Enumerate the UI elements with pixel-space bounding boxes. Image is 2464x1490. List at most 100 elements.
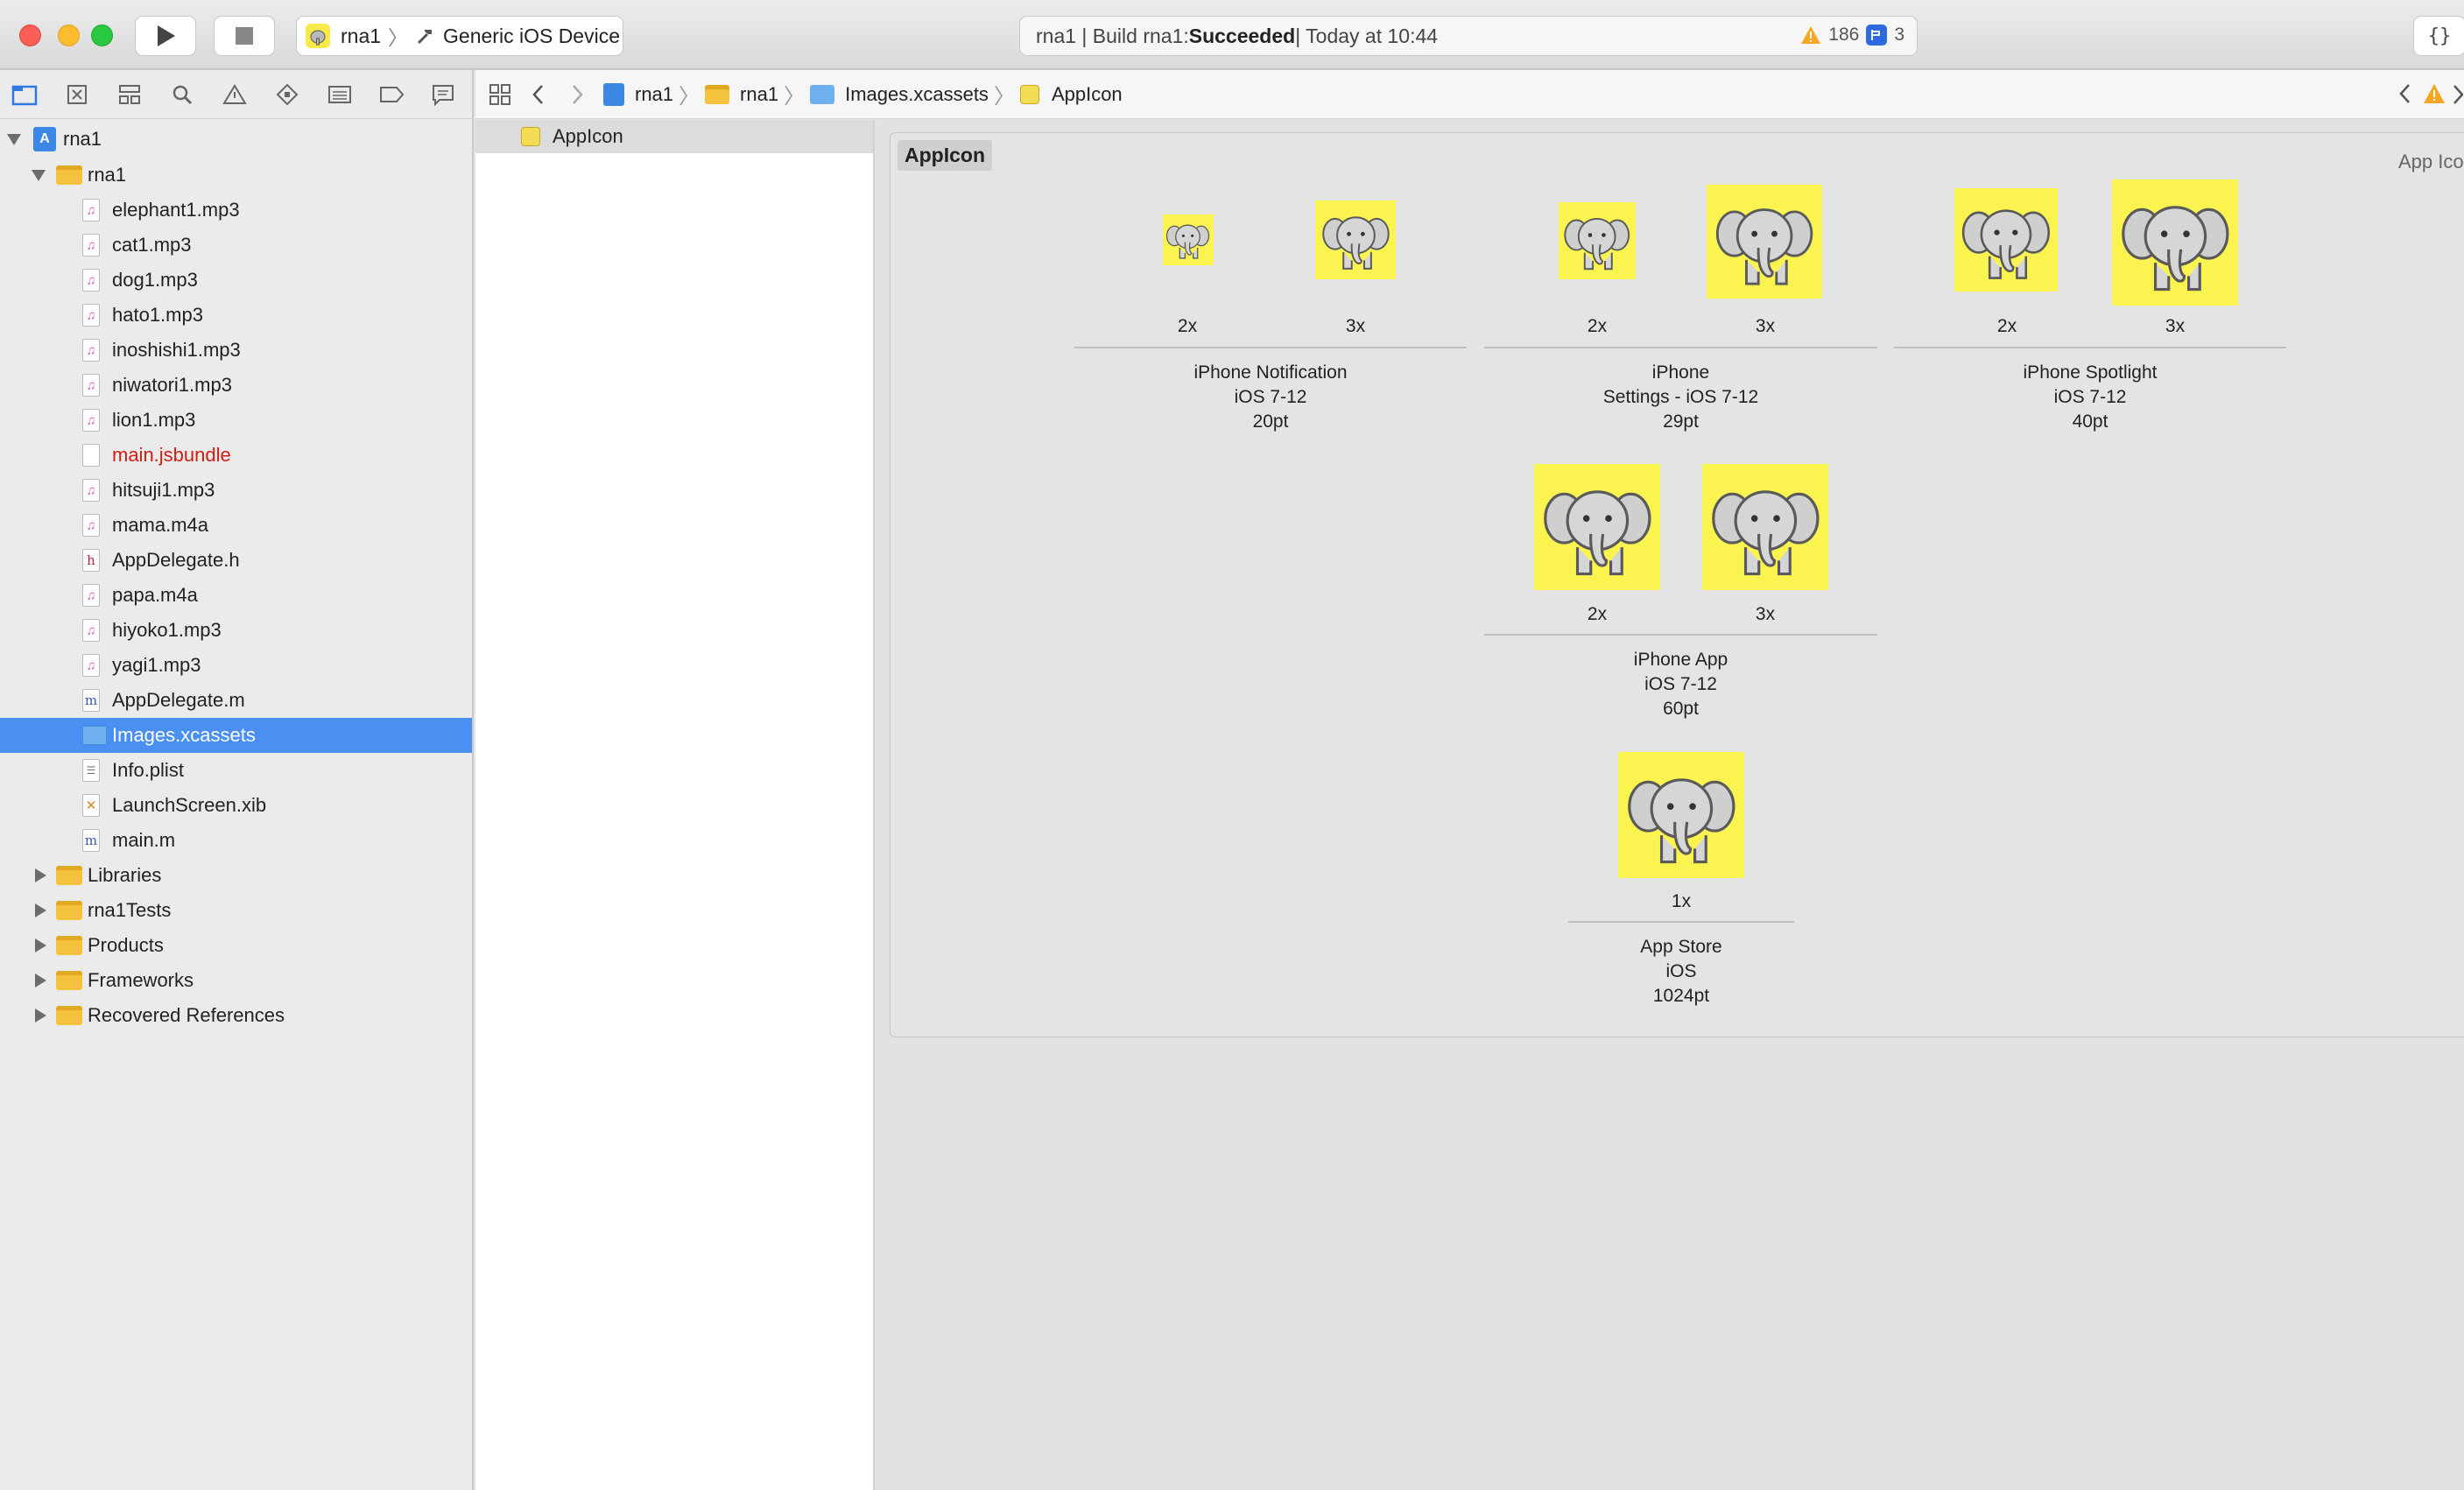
icon-slot-spotlight-3x[interactable] xyxy=(2112,179,2238,306)
group-caption: iPhone Spotlight iOS 7-12 40pt xyxy=(1894,361,2286,434)
tree-row-project[interactable]: A rna1 xyxy=(0,121,472,158)
breadcrumb-group[interactable]: rna1 xyxy=(705,83,778,106)
elephant-icon xyxy=(2121,205,2229,291)
tree-row-group[interactable]: Recovered References xyxy=(0,998,472,1033)
scale-label: 2x xyxy=(1587,316,1608,336)
disclosure-closed-icon[interactable] xyxy=(35,903,46,917)
tree-row-file[interactable]: ♫ hiyoko1.mp3 xyxy=(0,613,472,648)
file-name: Info.plist xyxy=(112,759,184,781)
tree-row-file[interactable]: ☰ Info.plist xyxy=(0,753,472,788)
disclosure-closed-icon[interactable] xyxy=(35,938,46,952)
warning-icon xyxy=(1801,26,1821,44)
scale-label: 1x xyxy=(1671,891,1692,911)
elephant-icon xyxy=(1627,777,1735,863)
elephant-icon xyxy=(1564,218,1630,271)
minimize-window-button[interactable] xyxy=(58,25,80,46)
elephant-icon xyxy=(1715,207,1813,285)
tree-row-file[interactable]: ♫ dog1.mp3 xyxy=(0,263,472,298)
audio-file-icon: ♫ xyxy=(82,514,100,537)
forward-arrow-icon[interactable] xyxy=(568,83,586,106)
file-name: LaunchScreen.xib xyxy=(112,794,267,816)
tree-row-group[interactable]: rna1Tests xyxy=(0,893,472,928)
folder-icon xyxy=(56,866,82,885)
tree-row-group[interactable]: Products xyxy=(0,928,472,963)
icon-slot-spotlight-2x[interactable] xyxy=(1954,188,2058,292)
disclosure-closed-icon[interactable] xyxy=(35,868,46,882)
document-file-icon xyxy=(82,444,100,467)
warning-icon[interactable] xyxy=(2423,83,2446,104)
project-name: rna1 xyxy=(63,128,102,150)
icon-slot-app-3x[interactable] xyxy=(1702,464,1828,590)
tree-row-file[interactable]: ✕ LaunchScreen.xib xyxy=(0,788,472,823)
project-navigator-folder-icon[interactable] xyxy=(11,81,39,109)
tree-row-group[interactable]: Libraries xyxy=(0,858,472,893)
breadcrumb-separator-icon: 〉 xyxy=(679,85,700,109)
destination-device: Generic iOS Device xyxy=(443,24,621,47)
caption-line: 1024pt xyxy=(1652,986,1710,1006)
file-name: hiyoko1.mp3 xyxy=(112,619,222,641)
test-navigator-icon[interactable] xyxy=(273,81,301,109)
debug-navigator-icon[interactable] xyxy=(326,81,354,109)
xcode-project-icon xyxy=(603,82,624,106)
tree-row-file[interactable]: ♫ niwatori1.mp3 xyxy=(0,368,472,403)
icon-slot-notification-2x[interactable] xyxy=(1163,214,1214,265)
issue-navigator-icon[interactable] xyxy=(221,81,249,109)
tree-row-file[interactable]: ♫ papa.m4a xyxy=(0,578,472,613)
tree-row-file[interactable]: ♫ lion1.mp3 xyxy=(0,403,472,438)
tree-row-file-missing[interactable]: main.jsbundle xyxy=(0,438,472,473)
disclosure-open-icon[interactable] xyxy=(7,134,21,145)
previous-issue-icon[interactable] xyxy=(2397,82,2414,105)
icon-slot-settings-2x[interactable] xyxy=(1559,202,1636,279)
zoom-window-button[interactable] xyxy=(91,25,113,46)
caption-line: 20pt xyxy=(1252,411,1289,432)
report-navigator-icon[interactable] xyxy=(429,81,457,109)
tree-row-file[interactable]: m AppDelegate.m xyxy=(0,683,472,718)
icon-slot-app-2x[interactable] xyxy=(1534,464,1660,590)
source-control-icon[interactable] xyxy=(63,81,91,109)
tree-row-file-selected[interactable]: Images.xcassets xyxy=(0,718,472,753)
tree-row-file[interactable]: ♫ hato1.mp3 xyxy=(0,298,472,333)
icon-slot-settings-3x[interactable] xyxy=(1707,185,1822,299)
icon-slot-notification-3x[interactable] xyxy=(1315,200,1396,279)
breadcrumb-project[interactable]: rna1 xyxy=(603,82,673,106)
find-navigator-icon[interactable] xyxy=(168,81,196,109)
scale-label: 3x xyxy=(1755,316,1776,336)
tree-row-file[interactable]: ♫ elephant1.mp3 xyxy=(0,193,472,228)
asset-set-item-appicon[interactable]: AppIcon xyxy=(475,120,873,153)
breadcrumb-assets[interactable]: Images.xcassets xyxy=(810,83,989,106)
tree-row-file[interactable]: ♫ inoshishi1.mp3 xyxy=(0,333,472,368)
stop-button[interactable] xyxy=(214,16,275,56)
tree-row-file[interactable]: ♫ hitsuji1.mp3 xyxy=(0,473,472,508)
runtime-issue-icon xyxy=(1866,25,1888,46)
breadcrumb-appicon[interactable]: AppIcon xyxy=(1019,83,1123,106)
disclosure-open-icon[interactable] xyxy=(32,170,46,181)
scheme-selector[interactable]: rna1 〉 Generic iOS Device xyxy=(296,16,623,56)
icon-slot-appstore-1x[interactable] xyxy=(1618,752,1744,878)
tree-row-file[interactable]: ♫ mama.m4a xyxy=(0,508,472,543)
tree-row-file[interactable]: ♫ yagi1.mp3 xyxy=(0,648,472,683)
tree-row-file[interactable]: m main.m xyxy=(0,823,472,858)
disclosure-closed-icon[interactable] xyxy=(35,973,46,987)
tree-row-group-rna1[interactable]: rna1 xyxy=(0,158,472,193)
objc-file-icon: m xyxy=(82,829,100,852)
run-button[interactable] xyxy=(135,16,196,56)
symbol-navigator-icon[interactable] xyxy=(116,81,144,109)
status-prefix: rna1 | Build rna1: xyxy=(1036,24,1189,47)
related-items-icon[interactable] xyxy=(488,82,512,107)
elephant-icon xyxy=(1321,216,1390,271)
plist-file-icon: ☰ xyxy=(82,759,100,782)
tree-row-group[interactable]: Frameworks xyxy=(0,963,472,998)
tree-row-file[interactable]: ♫ cat1.mp3 xyxy=(0,228,472,263)
disclosure-closed-icon[interactable] xyxy=(35,1009,46,1023)
audio-file-icon: ♫ xyxy=(82,654,100,677)
caption-line: iPhone App xyxy=(1633,650,1728,670)
breakpoint-navigator-icon[interactable] xyxy=(378,81,406,109)
issue-counts[interactable]: 186 3 xyxy=(1800,25,1904,46)
tree-row-file[interactable]: h AppDelegate.h xyxy=(0,543,472,578)
close-window-button[interactable] xyxy=(19,25,41,46)
next-issue-icon[interactable] xyxy=(2453,83,2463,106)
file-name: dog1.mp3 xyxy=(112,269,198,291)
code-review-button[interactable]: {} xyxy=(2413,16,2464,56)
panel-type-label: App Icon xyxy=(2398,151,2464,172)
back-arrow-icon[interactable] xyxy=(530,83,547,106)
